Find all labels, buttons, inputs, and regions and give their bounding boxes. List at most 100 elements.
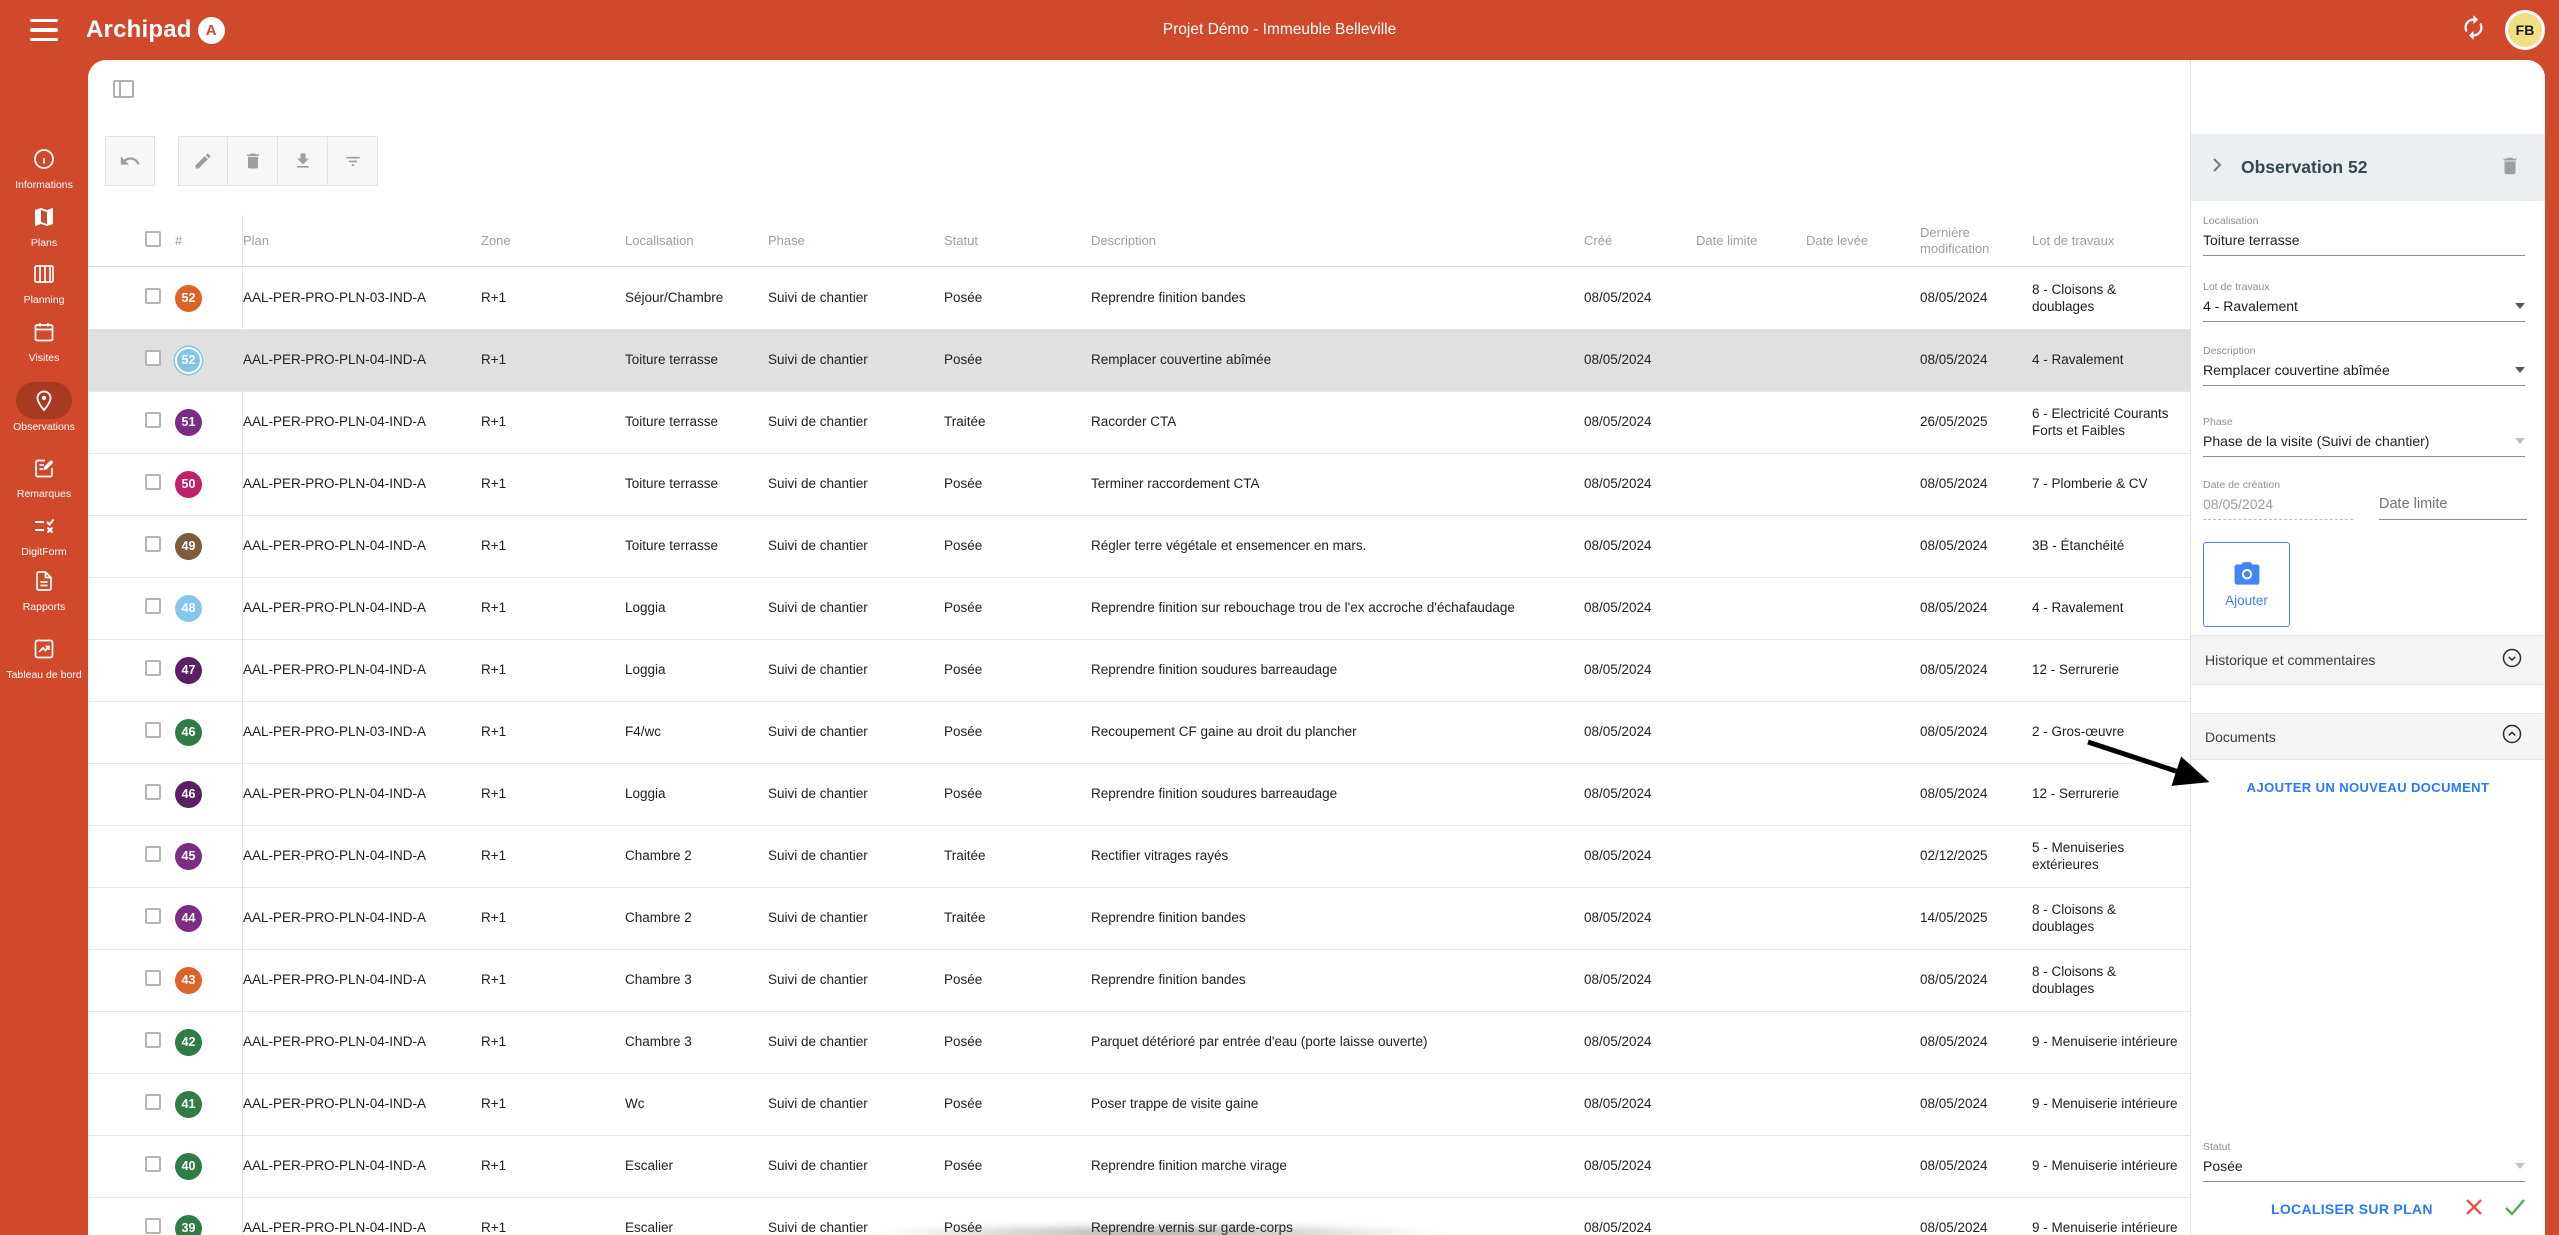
- cell-phase: Suivi de chantier: [768, 290, 944, 307]
- table-body: 52 AAL-PER-PRO-PLN-03-IND-A R+1 Séjour/C…: [88, 268, 2190, 1235]
- toggle-panel-icon[interactable]: [113, 80, 134, 103]
- header-zone[interactable]: Zone: [481, 233, 625, 249]
- cell-plan: AAL-PER-PRO-PLN-04-IND-A: [242, 950, 481, 1011]
- table-row[interactable]: 44 AAL-PER-PRO-PLN-04-IND-A R+1 Chambre …: [88, 888, 2190, 950]
- edit-button[interactable]: [178, 136, 228, 186]
- select-all-checkbox[interactable]: [145, 231, 161, 247]
- lot-select[interactable]: 4 - Ravalement: [2203, 298, 2525, 322]
- cell-cree: 08/05/2024: [1584, 786, 1696, 803]
- undo-button[interactable]: [105, 136, 155, 186]
- sidebar-nav: Informations Plans Planning Visites Obse…: [0, 60, 88, 1235]
- cell-description: Reprendre finition bandes: [1091, 290, 1584, 307]
- cell-cree: 08/05/2024: [1584, 972, 1696, 989]
- table-row[interactable]: 50 AAL-PER-PRO-PLN-04-IND-A R+1 Toiture …: [88, 454, 2190, 516]
- table-row[interactable]: 42 AAL-PER-PRO-PLN-04-IND-A R+1 Chambre …: [88, 1012, 2190, 1074]
- collapse-circle-up-icon[interactable]: [2501, 723, 2523, 750]
- cell-description: Poser trappe de visite gaine: [1091, 1096, 1584, 1113]
- sidebar-item-digitform[interactable]: DigitForm: [0, 513, 88, 558]
- row-checkbox[interactable]: [145, 722, 161, 738]
- cell-localisation: Wc: [625, 1096, 768, 1113]
- table-row[interactable]: 41 AAL-PER-PRO-PLN-04-IND-A R+1 Wc Suivi…: [88, 1074, 2190, 1136]
- sidebar-item-informations[interactable]: Informations: [0, 146, 88, 191]
- table-row[interactable]: 51 AAL-PER-PRO-PLN-04-IND-A R+1 Toiture …: [88, 392, 2190, 454]
- filter-button[interactable]: [328, 136, 378, 186]
- add-new-document-link[interactable]: AJOUTER UN NOUVEAU DOCUMENT: [2191, 780, 2545, 795]
- header-derniere-modification[interactable]: Dernière modification: [1920, 225, 2032, 256]
- table-row[interactable]: 40 AAL-PER-PRO-PLN-04-IND-A R+1 Escalier…: [88, 1136, 2190, 1198]
- row-checkbox[interactable]: [145, 536, 161, 552]
- row-checkbox[interactable]: [145, 288, 161, 304]
- row-checkbox[interactable]: [145, 1032, 161, 1048]
- row-checkbox[interactable]: [145, 970, 161, 986]
- header-cree[interactable]: Créé: [1584, 233, 1696, 249]
- sync-icon[interactable]: [2460, 14, 2487, 46]
- header-phase[interactable]: Phase: [768, 233, 944, 249]
- cell-zone: R+1: [481, 724, 625, 741]
- user-avatar[interactable]: FB: [2505, 10, 2545, 50]
- expand-circle-down-icon[interactable]: [2501, 647, 2523, 674]
- row-checkbox[interactable]: [145, 846, 161, 862]
- row-checkbox[interactable]: [145, 660, 161, 676]
- sidebar-item-visites[interactable]: Visites: [0, 319, 88, 364]
- sidebar-item-rapports[interactable]: Rapports: [0, 568, 88, 613]
- confirm-check-icon[interactable]: [2503, 1196, 2527, 1223]
- locate-on-plan-link[interactable]: LOCALISER SUR PLAN: [2271, 1201, 2433, 1217]
- row-checkbox[interactable]: [145, 908, 161, 924]
- row-checkbox[interactable]: [145, 1094, 161, 1110]
- cell-derniere-modification: 14/05/2025: [1920, 910, 2032, 927]
- download-button[interactable]: [278, 136, 328, 186]
- table-row[interactable]: 46 AAL-PER-PRO-PLN-04-IND-A R+1 Loggia S…: [88, 764, 2190, 826]
- header-date-levee[interactable]: Date levée: [1806, 233, 1920, 249]
- header-localisation[interactable]: Localisation: [625, 233, 768, 249]
- cell-localisation: Escalier: [625, 1220, 768, 1235]
- chevron-down-icon: [2515, 367, 2525, 373]
- header-description[interactable]: Description: [1091, 233, 1584, 249]
- cell-derniere-modification: 08/05/2024: [1920, 352, 2032, 369]
- row-checkbox[interactable]: [145, 784, 161, 800]
- section-documents[interactable]: Documents: [2191, 713, 2545, 760]
- row-checkbox[interactable]: [145, 1218, 161, 1234]
- statut-select[interactable]: Posée: [2203, 1158, 2525, 1182]
- date-limite-input[interactable]: Date limite: [2379, 496, 2527, 520]
- row-checkbox[interactable]: [145, 412, 161, 428]
- header-plan[interactable]: Plan: [242, 215, 481, 266]
- cell-localisation: Chambre 3: [625, 1034, 768, 1051]
- table-row[interactable]: 49 AAL-PER-PRO-PLN-04-IND-A R+1 Toiture …: [88, 516, 2190, 578]
- table-row[interactable]: 46 AAL-PER-PRO-PLN-03-IND-A R+1 F4/wc Su…: [88, 702, 2190, 764]
- sidebar-item-remarques[interactable]: Remarques: [0, 455, 88, 500]
- header-date-limite[interactable]: Date limite: [1696, 233, 1806, 249]
- row-checkbox[interactable]: [145, 598, 161, 614]
- localisation-input[interactable]: Toiture terrasse: [2203, 232, 2525, 256]
- table-row[interactable]: 47 AAL-PER-PRO-PLN-04-IND-A R+1 Loggia S…: [88, 640, 2190, 702]
- sidebar-item-tableau-de-bord[interactable]: Tableau de bord: [0, 636, 88, 681]
- cell-description: Reprendre finition marche virage: [1091, 1158, 1584, 1175]
- sidebar-item-plans[interactable]: Plans: [0, 204, 88, 249]
- cell-phase: Suivi de chantier: [768, 662, 944, 679]
- table-row[interactable]: 43 AAL-PER-PRO-PLN-04-IND-A R+1 Chambre …: [88, 950, 2190, 1012]
- table-row[interactable]: 52 AAL-PER-PRO-PLN-04-IND-A R+1 Toiture …: [88, 330, 2190, 392]
- table-row[interactable]: 52 AAL-PER-PRO-PLN-03-IND-A R+1 Séjour/C…: [88, 268, 2190, 330]
- header-num[interactable]: #: [175, 233, 242, 249]
- sidebar-item-planning[interactable]: Planning: [0, 261, 88, 306]
- table-row[interactable]: 48 AAL-PER-PRO-PLN-04-IND-A R+1 Loggia S…: [88, 578, 2190, 640]
- cell-cree: 08/05/2024: [1584, 1096, 1696, 1113]
- project-title: Projet Démo - Immeuble Belleville: [0, 21, 2559, 39]
- section-historique[interactable]: Historique et commentaires: [2191, 635, 2545, 685]
- row-checkbox[interactable]: [145, 474, 161, 490]
- add-photo-button[interactable]: Ajouter: [2203, 542, 2290, 627]
- table-row[interactable]: 45 AAL-PER-PRO-PLN-04-IND-A R+1 Chambre …: [88, 826, 2190, 888]
- panel-trash-icon[interactable]: [2499, 154, 2521, 183]
- chevron-right-icon[interactable]: [2209, 157, 2225, 178]
- header-statut[interactable]: Statut: [944, 233, 1091, 249]
- row-checkbox[interactable]: [145, 350, 161, 366]
- phase-select[interactable]: Phase de la visite (Suivi de chantier): [2203, 433, 2525, 457]
- cell-localisation: Toiture terrasse: [625, 352, 768, 369]
- sidebar-item-observations[interactable]: Observations: [0, 388, 88, 433]
- cell-localisation: Escalier: [625, 1158, 768, 1175]
- delete-button[interactable]: [228, 136, 278, 186]
- cell-plan: AAL-PER-PRO-PLN-04-IND-A: [242, 578, 481, 639]
- description-select[interactable]: Remplacer couvertine abîmée: [2203, 362, 2525, 386]
- cancel-x-icon[interactable]: [2463, 1196, 2485, 1223]
- row-checkbox[interactable]: [145, 1156, 161, 1172]
- header-lot[interactable]: Lot de travaux: [2032, 233, 2190, 249]
